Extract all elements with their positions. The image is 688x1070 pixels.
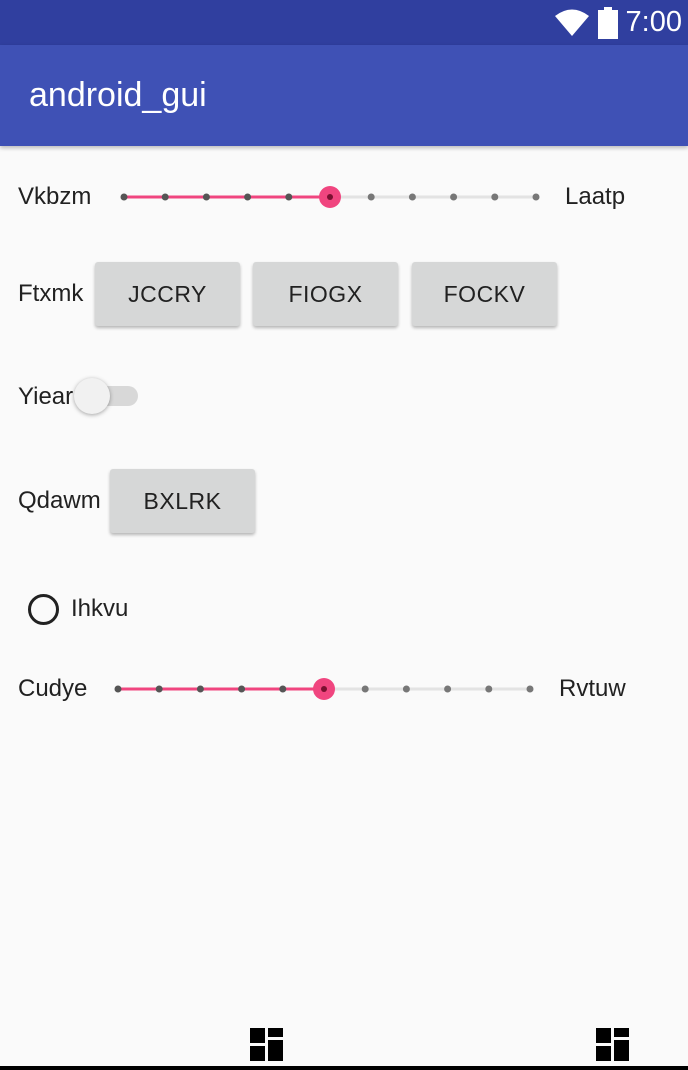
radio-circle bbox=[28, 593, 59, 625]
seek-tick bbox=[238, 685, 246, 693]
seek-tick bbox=[114, 685, 122, 693]
app-title: android_gui bbox=[29, 76, 207, 114]
seek-tick bbox=[408, 193, 416, 201]
seek-thumb-dot bbox=[327, 194, 333, 200]
status-bar: 7:00 bbox=[0, 0, 688, 45]
yiear-switch[interactable] bbox=[74, 378, 140, 416]
seek-tick bbox=[491, 193, 499, 201]
seek-tick bbox=[485, 685, 493, 693]
app-bar: android_gui bbox=[0, 45, 688, 146]
seek-tick bbox=[196, 685, 204, 693]
seek-tick bbox=[367, 193, 375, 201]
seekbar-1[interactable] bbox=[120, 182, 540, 212]
dashboard-icon[interactable] bbox=[596, 1028, 629, 1061]
switch-label: Yiear bbox=[18, 383, 74, 410]
seek-thumb-dot bbox=[321, 686, 327, 692]
seekbar-2-right-label: Rvtuw bbox=[559, 675, 626, 702]
status-icons: 7:00 bbox=[554, 0, 682, 45]
switch-thumb bbox=[74, 378, 110, 414]
button-row-label: Ftxmk bbox=[18, 280, 84, 307]
seek-tick bbox=[244, 193, 252, 201]
seek-tick bbox=[161, 193, 169, 201]
fockv-button[interactable]: FOCKV bbox=[412, 262, 557, 326]
bxlrk-button[interactable]: BXLRK bbox=[110, 469, 255, 533]
nav-bar bbox=[0, 1066, 688, 1070]
seek-tick bbox=[361, 685, 369, 693]
dashboard-icon[interactable] bbox=[250, 1028, 283, 1061]
status-time: 7:00 bbox=[625, 6, 682, 38]
seekbar-1-left-label: Vkbzm bbox=[18, 183, 92, 210]
seekbar-2[interactable] bbox=[114, 674, 534, 704]
fiogx-button[interactable]: FIOGX bbox=[253, 262, 398, 326]
seek-tick bbox=[444, 685, 452, 693]
seek-tick bbox=[279, 685, 287, 693]
battery-icon bbox=[597, 6, 618, 39]
seek-tick bbox=[285, 193, 293, 201]
wifi-icon bbox=[554, 9, 589, 36]
seekbar-1-right-label: Laatp bbox=[565, 183, 626, 210]
seek-tick bbox=[402, 685, 410, 693]
jccry-button[interactable]: JCCRY bbox=[95, 262, 240, 326]
seek-tick bbox=[450, 193, 458, 201]
seekbar-2-left-label: Cudye bbox=[18, 675, 88, 702]
seek-tick bbox=[155, 685, 163, 693]
seek-tick bbox=[526, 685, 534, 693]
seek-tick bbox=[120, 193, 128, 201]
ihkvu-radio[interactable]: Ihkvu bbox=[28, 590, 128, 628]
seek-tick bbox=[532, 193, 540, 201]
seek-tick bbox=[202, 193, 210, 201]
radio-label: Ihkvu bbox=[71, 595, 129, 622]
single-button-label: Qdawm bbox=[18, 487, 101, 514]
